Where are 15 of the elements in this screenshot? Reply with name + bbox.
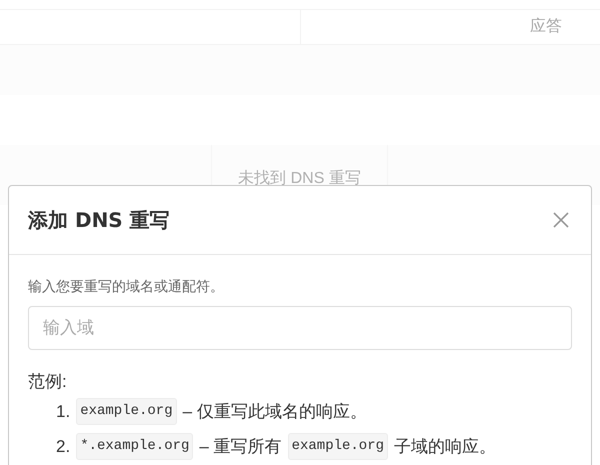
code-snippet: example.org [76,398,177,425]
list-number: 1. [56,400,70,423]
example-text: – 重写所有 [199,436,282,458]
hint-text: 输入您要重写的域名或通配符。 [28,277,225,296]
empty-message: 未找到 DNS 重写 [238,169,361,189]
examples-label: 范例: [28,371,68,393]
code-snippet: *.example.org [76,433,194,460]
dialog-title: 添加 DNS 重写 [28,207,170,234]
domain-input-field[interactable]: 输入域 [28,306,572,350]
code-snippet: example.org [288,433,388,460]
example-text: 子域的响应。 [394,436,496,458]
example-text: – 仅重写此域名的响应。 [182,400,367,423]
list-number: 2. [56,436,70,458]
close-icon[interactable] [553,212,569,228]
column-header[interactable]: 应答 [530,15,562,39]
